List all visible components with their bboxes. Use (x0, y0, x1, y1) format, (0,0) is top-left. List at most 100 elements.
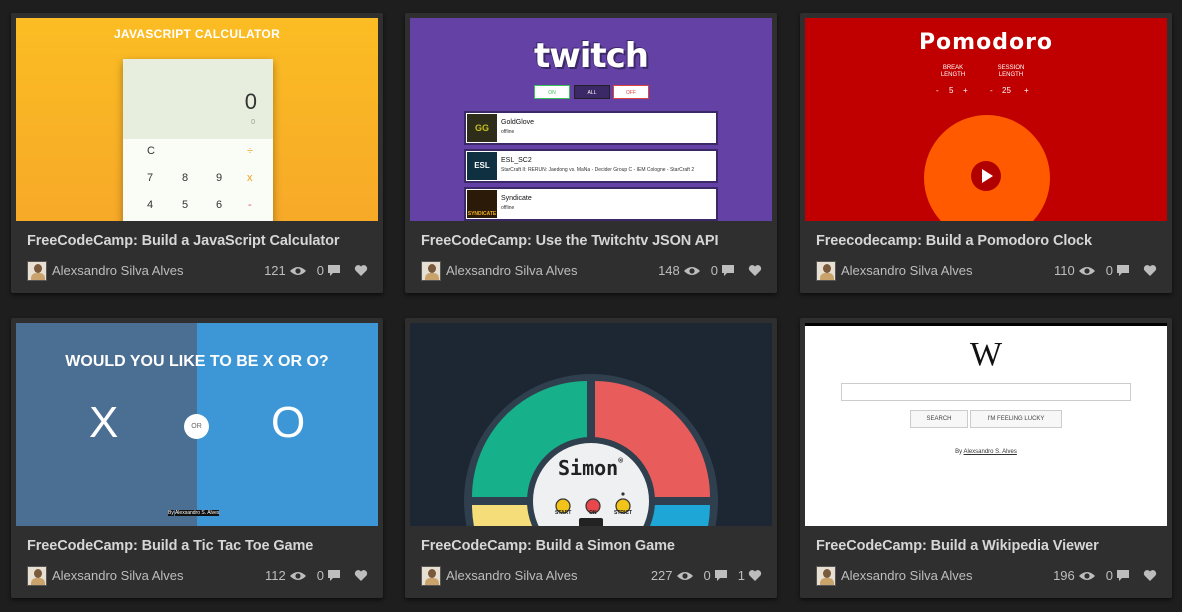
pen-card-simon[interactable]: Simon® START ON STRICT FreeCodeCamp: Bui… (405, 318, 777, 598)
pen-title[interactable]: FreeCodeCamp: Use the Twitchtv JSON API (421, 233, 772, 249)
break-increment: + (963, 86, 968, 95)
wikipedia-logo: W (969, 336, 1003, 373)
session-decrement: - (990, 86, 993, 95)
views-stat: 110 (1054, 263, 1096, 278)
filter-on: ON (534, 85, 570, 99)
comments-stat[interactable]: 0 (711, 263, 735, 278)
heart-icon (354, 570, 368, 581)
calculator-body: 0 0 C ÷ 7 8 9 x 4 5 6 - (123, 59, 273, 221)
channel-logo: SYNDICATE (467, 190, 497, 218)
pen-card-twitch[interactable]: twitch ON ALL OFF GG GoldGlove offline E… (405, 13, 777, 293)
author-name[interactable]: Alexsandro Silva Alves (841, 263, 973, 278)
avatar[interactable] (816, 566, 836, 586)
pen-preview[interactable]: JAVASCRIPT CALCULATOR 0 0 C ÷ 7 8 9 x 4 … (16, 18, 378, 221)
channel-name: GoldGlove (501, 119, 535, 126)
comment-icon (714, 570, 727, 581)
comments-stat[interactable]: 0 (317, 263, 341, 278)
avatar[interactable] (27, 261, 47, 281)
heart-icon (748, 570, 762, 581)
channel-status: offline (501, 129, 515, 135)
like-button[interactable] (1140, 569, 1157, 582)
byline: By Alexsandro S. Alves (955, 449, 1017, 455)
strict-label: STRICT (614, 510, 633, 516)
comments-stat[interactable]: 0 (704, 568, 728, 583)
avatar[interactable] (421, 566, 441, 586)
pen-preview[interactable]: Simon® START ON STRICT (410, 323, 772, 526)
like-button[interactable] (1140, 264, 1157, 277)
pen-title[interactable]: FreeCodeCamp: Build a Simon Game (421, 538, 772, 554)
calc-key: x (247, 172, 253, 184)
calc-key: 8 (182, 172, 189, 184)
pen-title[interactable]: Freecodecamp: Build a Pomodoro Clock (816, 233, 1167, 249)
views-stat: 148 (658, 263, 701, 278)
channel-row: SYNDICATE Syndicate offline (464, 187, 718, 221)
pen-title[interactable]: FreeCodeCamp: Build a JavaScript Calcula… (27, 233, 378, 249)
pen-title[interactable]: FreeCodeCamp: Build a Tic Tac Toe Game (27, 538, 378, 554)
comment-icon (1117, 570, 1129, 581)
author-name[interactable]: Alexsandro Silva Alves (446, 263, 578, 278)
pen-card-wikipedia[interactable]: W SEARCH I'M FEELING LUCKY By Alexsandro… (800, 318, 1172, 598)
channel-name: Syndicate (501, 195, 532, 202)
calculator-heading: JAVASCRIPT CALCULATOR (113, 27, 281, 41)
comment-icon (328, 265, 340, 276)
filter-off: OFF (613, 85, 649, 99)
views-stat: 196 (1053, 568, 1096, 583)
eye-icon (289, 266, 306, 275)
eye-icon (676, 571, 693, 580)
pen-card-tictactoe[interactable]: WOULD YOU LIKE TO BE X OR O? X OR O By A… (11, 318, 383, 598)
pen-preview[interactable]: twitch ON ALL OFF GG GoldGlove offline E… (410, 18, 772, 221)
byline: By Alexsandro S. Alves (168, 510, 220, 516)
avatar[interactable] (421, 261, 441, 281)
pen-preview[interactable]: W SEARCH I'M FEELING LUCKY By Alexsandro… (805, 323, 1167, 526)
author-name[interactable]: Alexsandro Silva Alves (841, 568, 973, 583)
session-value: 25 (1002, 86, 1011, 95)
calc-key: 5 (182, 199, 189, 211)
or-badge: OR (184, 414, 209, 439)
author-name[interactable]: Alexsandro Silva Alves (446, 568, 578, 583)
simon-heading: Simon® (558, 456, 624, 480)
comments-stat[interactable]: 0 (1106, 263, 1130, 278)
channel-logo: ESL (467, 152, 497, 180)
pen-card-calculator[interactable]: JAVASCRIPT CALCULATOR 0 0 C ÷ 7 8 9 x 4 … (11, 13, 383, 293)
pen-preview[interactable]: WOULD YOU LIKE TO BE X OR O? X OR O By A… (16, 323, 378, 526)
calc-key: 6 (216, 199, 223, 211)
break-label: BREAK LENGTH (940, 65, 966, 78)
play-icon (971, 161, 1001, 191)
pen-preview[interactable]: Pomodoro BREAK LENGTH SESSION LENGTH - 5… (805, 18, 1167, 221)
author-name[interactable]: Alexsandro Silva Alves (52, 263, 184, 278)
comments-stat[interactable]: 0 (1106, 568, 1130, 583)
on-label: ON (589, 510, 597, 516)
pen-title[interactable]: FreeCodeCamp: Build a Wikipedia Viewer (816, 538, 1167, 554)
heart-icon (1143, 570, 1157, 581)
channel-row: GG GoldGlove offline (464, 111, 718, 145)
like-button[interactable] (351, 264, 368, 277)
lucky-button: I'M FEELING LUCKY (970, 410, 1062, 428)
heart-icon (1143, 265, 1157, 276)
heart-icon (354, 265, 368, 276)
simon-board (464, 374, 718, 526)
like-button[interactable]: 1 (738, 568, 762, 583)
avatar[interactable] (816, 261, 836, 281)
like-button[interactable] (745, 264, 762, 277)
views-stat: 112 (265, 568, 307, 583)
channel-logo: GG (467, 114, 497, 142)
heart-icon (748, 265, 762, 276)
calculator-subdisplay: 0 (251, 119, 255, 126)
eye-icon (683, 266, 700, 275)
break-value: 5 (949, 86, 954, 95)
channel-status: offline (501, 205, 515, 211)
channel-status: StarCraft II: RERUN: Jaedong vs. MaNa - … (501, 167, 695, 173)
comment-icon (1117, 265, 1129, 276)
like-button[interactable] (351, 569, 368, 582)
avatar[interactable] (27, 566, 47, 586)
calc-key: 9 (216, 172, 223, 184)
eye-icon (1078, 266, 1095, 275)
author-name[interactable]: Alexsandro Silva Alves (52, 568, 184, 583)
choose-x: X (89, 398, 119, 447)
pen-card-pomodoro[interactable]: Pomodoro BREAK LENGTH SESSION LENGTH - 5… (800, 13, 1172, 293)
channel-row: ESL ESL_SC2 StarCraft II: RERUN: Jaedong… (464, 149, 718, 183)
comments-stat[interactable]: 0 (317, 568, 341, 583)
calc-key: 7 (147, 172, 154, 184)
channel-name: ESL_SC2 (501, 157, 532, 164)
eye-icon (289, 571, 306, 580)
